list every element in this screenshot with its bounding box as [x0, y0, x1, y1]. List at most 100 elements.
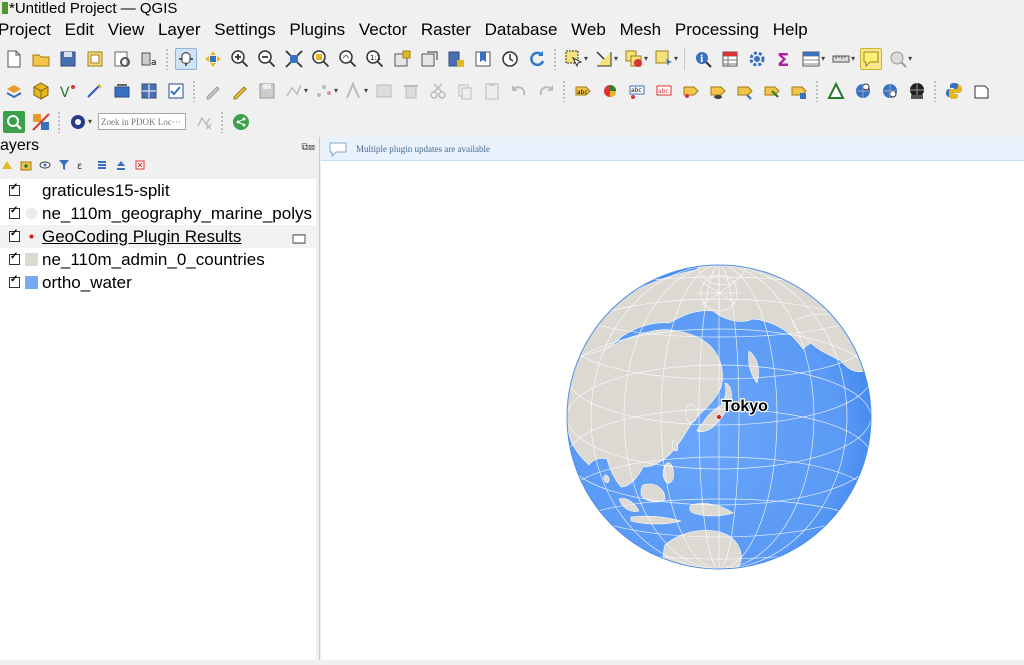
raster-mosaic-icon[interactable] [30, 111, 52, 133]
filter-legend-icon[interactable] [57, 158, 71, 172]
remove-layer-icon[interactable] [133, 158, 147, 172]
new-virtual-layer-icon[interactable] [111, 80, 133, 102]
reverse-geocode-icon[interactable] [879, 80, 901, 102]
identify-features-icon[interactable]: i [692, 48, 714, 70]
layer-labeling-icon[interactable]: abc [572, 80, 594, 102]
python-console-icon[interactable] [943, 80, 965, 102]
locator-icon[interactable] [887, 48, 909, 70]
toolbar-grip[interactable] [815, 79, 820, 102]
highlight-pinned-labels-icon[interactable]: abc [653, 80, 675, 102]
layer-diagram-icon[interactable] [599, 80, 621, 102]
open-attribute-table-icon[interactable] [719, 48, 741, 70]
menu-web[interactable]: Web [571, 17, 606, 43]
label-properties-icon[interactable] [788, 80, 810, 102]
select-by-value-icon[interactable] [593, 48, 615, 70]
paste-features-icon[interactable] [481, 80, 503, 102]
menu-settings[interactable]: Settings [214, 17, 275, 43]
zoom-last-icon[interactable] [391, 48, 413, 70]
deselect-features-dropdown[interactable]: ▾ [644, 54, 648, 63]
layer-visibility-checkbox[interactable] [9, 274, 20, 288]
style-manager-icon[interactable]: a [138, 48, 160, 70]
statistical-summary-icon[interactable]: Σ [773, 48, 795, 70]
geocode-globe-icon[interactable] [852, 80, 874, 102]
pin-labels-icon[interactable]: abc [626, 80, 648, 102]
toolbar-grip[interactable] [220, 110, 225, 133]
menu-edit[interactable]: Edit [65, 17, 94, 43]
measure-dropdown[interactable]: ▾ [851, 54, 855, 63]
toolbar-grip[interactable] [57, 110, 61, 133]
refresh-icon[interactable] [526, 48, 548, 70]
delete-selected-icon[interactable] [400, 80, 422, 102]
layer-row-geocoding-plugin-results[interactable]: GeoCoding Plugin Results [0, 225, 316, 248]
processing-toolbox-icon[interactable] [746, 48, 768, 70]
change-label-icon[interactable] [761, 80, 783, 102]
toolbar-grip[interactable] [553, 47, 557, 70]
new-print-layout-icon[interactable] [84, 48, 106, 70]
add-feature-icon[interactable] [283, 80, 305, 102]
new-project-icon[interactable] [3, 48, 25, 70]
layer-visibility-checkbox[interactable] [9, 228, 20, 242]
new-map-view-icon[interactable] [445, 48, 467, 70]
pdok-clear-icon[interactable] [193, 111, 215, 133]
select-features-icon[interactable] [563, 48, 585, 70]
pan-to-selection-icon[interactable] [202, 48, 224, 70]
zoom-to-selection-icon[interactable] [310, 48, 332, 70]
deselect-features-icon[interactable] [623, 48, 645, 70]
qgis-3d-icon[interactable] [970, 80, 992, 102]
move-label-icon[interactable] [680, 80, 702, 102]
zoom-next-icon[interactable] [418, 48, 440, 70]
toolbar-grip[interactable] [165, 47, 169, 70]
add-feature-dropdown[interactable]: ▾ [304, 86, 308, 95]
zoom-in-icon[interactable] [229, 48, 251, 70]
filter-by-expression-icon[interactable]: ε [76, 158, 90, 172]
digitize-line-icon[interactable] [84, 80, 106, 102]
menu-help[interactable]: Help [773, 17, 808, 43]
layer-properties-icon[interactable] [165, 80, 187, 102]
modify-attributes-dropdown[interactable]: ▾ [364, 86, 368, 95]
embedded-layer-icon[interactable] [292, 230, 306, 244]
show-hide-labels-icon[interactable] [707, 80, 729, 102]
map-tips-icon[interactable] [859, 47, 882, 70]
copy-features-icon[interactable] [454, 80, 476, 102]
globe-car-icon[interactable] [906, 80, 928, 102]
menu-view[interactable]: View [108, 17, 145, 43]
tokyo-point[interactable] [716, 414, 722, 420]
pdok-services-dropdown[interactable]: ▾ [88, 117, 92, 126]
layer-visibility-checkbox[interactable] [9, 251, 20, 265]
attribute-form-dropdown[interactable]: ▾ [821, 54, 825, 63]
pdok-services-icon[interactable] [67, 111, 89, 133]
temporal-controller-icon[interactable] [499, 48, 521, 70]
layout-manager-icon[interactable] [111, 48, 133, 70]
select-by-location-dropdown[interactable]: ▾ [674, 54, 678, 63]
menu-database[interactable]: Database [485, 17, 558, 43]
digitize-vertex-icon[interactable]: V [57, 80, 79, 102]
geo-triangle-icon[interactable] [825, 80, 847, 102]
select-by-value-dropdown[interactable]: ▾ [614, 54, 618, 63]
toolbar-grip[interactable] [933, 79, 938, 102]
menu-project[interactable]: Project [0, 17, 51, 43]
attribute-form-icon[interactable] [800, 48, 822, 70]
menu-plugins[interactable]: Plugins [289, 17, 345, 43]
expand-all-icon[interactable] [95, 158, 109, 172]
vertex-tool-dropdown[interactable]: ▾ [334, 86, 338, 95]
cut-features-icon[interactable] [427, 80, 449, 102]
layer-visibility-checkbox[interactable] [9, 182, 20, 196]
zoom-out-icon[interactable] [256, 48, 278, 70]
rotate-label-icon[interactable] [734, 80, 756, 102]
save-edits-icon[interactable] [256, 80, 278, 102]
georeferencer-icon[interactable] [2, 110, 25, 133]
message-bar-text[interactable]: Multiple plugin updates are available [356, 144, 490, 154]
menu-raster[interactable]: Raster [421, 17, 471, 43]
toolbar-grip[interactable] [192, 79, 196, 102]
measure-line-icon[interactable] [830, 48, 852, 70]
modify-attributes-icon[interactable] [343, 80, 365, 102]
layer-row-ne-110m-geography-marine-polys[interactable]: ne_110m_geography_marine_polys [0, 202, 316, 225]
collapse-all-icon[interactable] [114, 158, 128, 172]
locator-dropdown[interactable]: ▾ [908, 54, 912, 63]
panel-float-close-buttons[interactable]: ⧉⊠ [302, 139, 316, 157]
zoom-native-icon[interactable]: 1:1 [364, 48, 386, 70]
current-edits-icon[interactable] [202, 80, 224, 102]
pan-map-icon[interactable] [174, 47, 197, 70]
undo-icon[interactable] [508, 80, 530, 102]
menu-layer[interactable]: Layer [158, 17, 201, 43]
